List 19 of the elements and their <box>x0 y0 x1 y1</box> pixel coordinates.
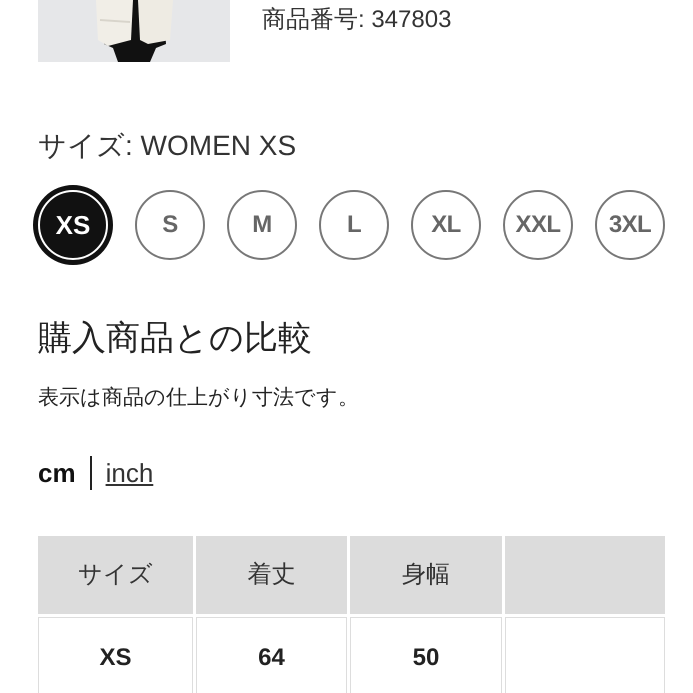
table-cell: XS <box>38 617 193 693</box>
unit-toggle[interactable]: cm <box>38 454 76 492</box>
size-label: サイズ: WOMEN XS <box>38 132 296 160</box>
table-header-cell: サイズ <box>38 536 193 614</box>
size-option[interactable]: L <box>319 190 389 260</box>
size-option[interactable]: 3XL <box>595 190 665 260</box>
size-option[interactable]: XL <box>411 190 481 260</box>
table-cell: 64 <box>196 617 347 693</box>
product-number: 商品番号: 347803 <box>262 5 452 35</box>
size-option[interactable]: XS <box>33 185 113 265</box>
size-option[interactable]: M <box>227 190 297 260</box>
unit-toggle[interactable]: inch <box>106 454 154 492</box>
table-header-cell: 着丈 <box>196 536 347 614</box>
table-header-cell: 身幅 <box>350 536 502 614</box>
size-option[interactable]: S <box>135 190 205 260</box>
size-option[interactable]: XXL <box>503 190 573 260</box>
table-cell: 50 <box>350 617 502 693</box>
section-heading: 購入商品との比較 <box>38 321 312 355</box>
note-text: 表示は商品の仕上がり寸法です。 <box>38 387 359 408</box>
